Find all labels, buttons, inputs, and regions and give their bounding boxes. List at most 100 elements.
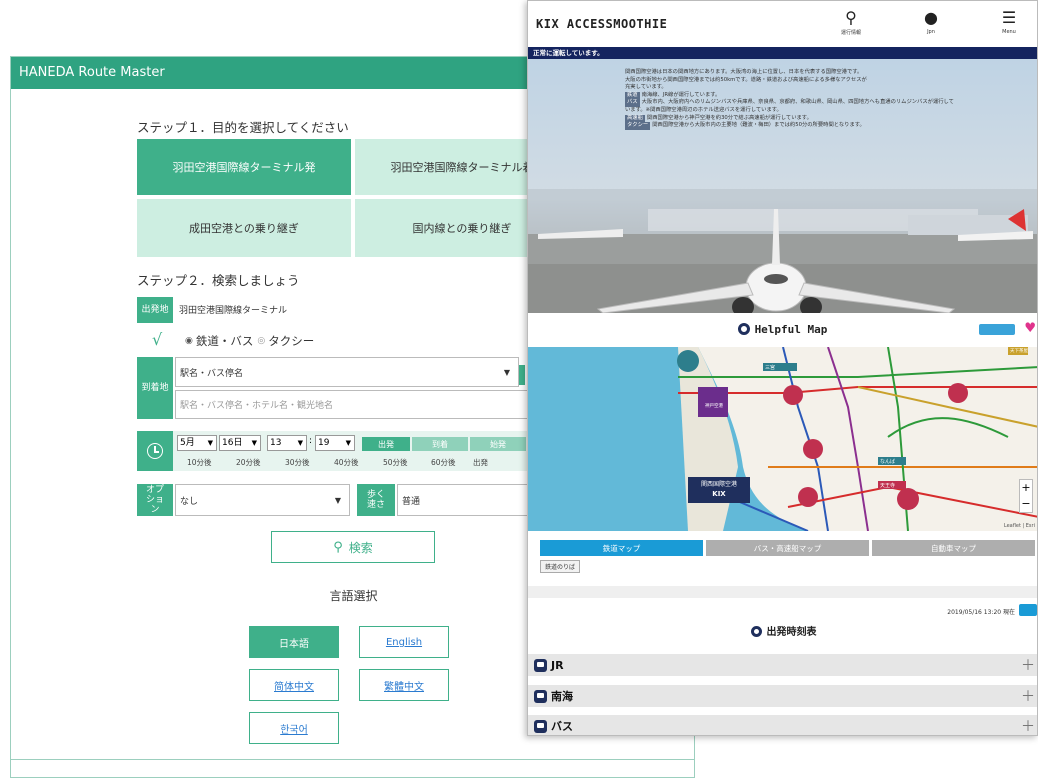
lang-japanese[interactable]: 日本語: [249, 626, 339, 658]
walk-speed-label: 歩く速さ: [357, 484, 395, 516]
line-name: JR: [551, 658, 564, 672]
expand-icon[interactable]: ＋: [1021, 655, 1035, 675]
destination-input[interactable]: 駅名・バス停名・ホテル名・観光地名: [175, 390, 535, 419]
purpose-international-departure[interactable]: 羽田空港国際線ターミナル発: [137, 139, 351, 195]
map-graphic: [677, 347, 1037, 531]
month-value: 5月: [180, 438, 195, 448]
kix-map-label: KIX: [712, 490, 726, 498]
search-button-label: 検索: [348, 540, 373, 555]
after-10[interactable]: 10分後: [187, 457, 212, 468]
access-info-text: 関西国際空港は日本の関西地方にあります。大阪湾の海上に位置し、日本を代表する国際…: [625, 69, 955, 130]
section-bullet-icon: [737, 323, 750, 335]
zoom-in-button[interactable]: +: [1020, 480, 1032, 496]
menu-icon[interactable]: ☰ Menu: [984, 9, 1034, 36]
helpful-map-title: Helpful Map: [754, 323, 828, 336]
minute-value: 19: [318, 438, 330, 448]
info-item-taxi: タクシー 関西国際空港から大阪市内の主要地（難波・梅田）までは約50分の所要時間と…: [625, 122, 955, 130]
destination-side-tab[interactable]: [519, 365, 525, 385]
destination-select-value: 駅名・バス停名: [180, 368, 244, 379]
step2-heading: ステップ２．検索しましょう: [137, 273, 300, 288]
zoom-out-button[interactable]: −: [1020, 496, 1032, 512]
globe-icon-label: Jpn: [927, 29, 935, 35]
info-line: 大阪の市街地から関西国際空港までは約50kmです。道路・鉄道および高速船による多…: [625, 76, 867, 83]
month-select[interactable]: 5月 ▼: [177, 435, 217, 451]
destination-label: 到着地: [137, 357, 173, 419]
transport-mode-group: ◉ 鉄道・バス ◎ タクシー: [185, 333, 314, 349]
after-60[interactable]: 60分後: [431, 457, 456, 468]
day-select[interactable]: 16日 ▼: [219, 435, 261, 451]
option-label: オプション: [137, 484, 173, 516]
walk-speed-value: 普通: [402, 496, 421, 507]
operation-status-bar: 正常に運転しています。: [528, 47, 1037, 59]
bus-icon: [534, 719, 547, 733]
line-row-jr[interactable]: JR ＋: [528, 654, 1037, 676]
hour-select[interactable]: 13 ▼: [267, 435, 307, 451]
walk-speed-select[interactable]: 普通: [397, 484, 537, 516]
search-button[interactable]: ⚲ 検索: [271, 531, 435, 563]
origin-label: 出発地: [137, 297, 173, 323]
info-item-bus: バス 大阪市内、大阪府内へのリムジンバスや兵庫県、奈良県、京都府、和歌山県、岡山県…: [625, 99, 955, 114]
train-icon: [534, 658, 547, 672]
kix-accessmoothie-window: KIX ACCESSMOOTHIE ⚲ 運行情報 ● Jpn ☰ Menu 正常に運転…: [527, 0, 1038, 736]
hour-value: 13: [270, 438, 282, 448]
after-40[interactable]: 40分後: [334, 457, 359, 468]
clock-label: [137, 431, 173, 471]
time-type-arrival[interactable]: 到着: [412, 437, 468, 451]
kix-logo: KIX ACCESSMOOTHIE: [536, 17, 668, 31]
map-tab-car[interactable]: 自動車マップ: [872, 540, 1035, 556]
check-icon: √: [152, 330, 163, 349]
footer-divider: [11, 759, 694, 760]
rail-platform-button[interactable]: 鉄道のりば: [540, 560, 581, 573]
route-toggle-icon[interactable]: [979, 324, 1015, 335]
destination-select[interactable]: 駅名・バス停名 ▼: [175, 357, 519, 387]
after-20[interactable]: 20分後: [236, 457, 261, 468]
after-30[interactable]: 30分後: [285, 457, 310, 468]
map-tab-rail[interactable]: 鉄道マップ: [540, 540, 703, 556]
after-50[interactable]: 50分後: [383, 457, 408, 468]
dropdown-arrow-icon: ▼: [503, 367, 510, 377]
line-row-bus[interactable]: バス ＋: [528, 715, 1037, 735]
expand-icon[interactable]: ＋: [1021, 686, 1035, 706]
pin-icon[interactable]: ⚲ 運行情報: [826, 9, 876, 37]
day-value: 16日: [222, 438, 243, 448]
lang-korean[interactable]: 한국어: [249, 712, 339, 744]
sannomiya-label: 三宮: [765, 365, 776, 371]
info-text: 関西国際空港から神戸空港を約30分で結ぶ高速船が運行しています。: [646, 114, 812, 121]
time-type-departure[interactable]: 出発: [362, 437, 410, 451]
map-tab-bus-ferry[interactable]: バス・高速船マップ: [706, 540, 869, 556]
line-name: 南海: [551, 690, 573, 703]
info-tag: タクシー: [625, 122, 651, 130]
railway-map[interactable]: 神戸空港 関西国際空港 KIX 三宮 なんば 天王寺 天下茶屋 + − Leaf…: [528, 347, 1037, 531]
purpose-narita-transfer[interactable]: 成田空港との乗り継ぎ: [137, 199, 351, 257]
radio-taxi[interactable]: ◎: [257, 336, 265, 346]
map-pin-icon[interactable]: ♥: [1025, 320, 1035, 336]
lang-simplified-chinese[interactable]: 简体中文: [249, 669, 339, 701]
clock-icon: [147, 443, 163, 459]
lang-traditional-chinese[interactable]: 繁體中文: [359, 669, 449, 701]
destination-placeholder: 駅名・バス停名・ホテル名・観光地名: [180, 401, 334, 411]
option-select[interactable]: なし ▼: [175, 484, 350, 516]
refresh-icon[interactable]: [1019, 604, 1037, 616]
info-line: 充実しています。: [625, 84, 667, 91]
train-icon: [534, 689, 547, 703]
departures-title: 出発時刻表: [766, 627, 817, 638]
section-spacer: [528, 586, 1037, 598]
kix-header: KIX ACCESSMOOTHIE ⚲ 運行情報 ● Jpn ☰ Menu: [528, 1, 1037, 47]
origin-value: 羽田空港国際線ターミナル: [179, 306, 288, 316]
after-depart[interactable]: 出発: [473, 457, 488, 468]
info-text: 大阪市内、大阪府内へのリムジンバスや兵庫県、奈良県、京都府、和歌山県、岡山県、四…: [625, 99, 954, 113]
time-type-first[interactable]: 始発: [470, 437, 526, 451]
expand-icon[interactable]: ＋: [1021, 716, 1035, 735]
section-bullet-icon: [750, 626, 762, 637]
time-separator: :: [309, 436, 313, 446]
info-line: 関西国際空港は日本の関西地方にあります。大阪湾の海上に位置し、日本を代表する国際…: [625, 69, 863, 75]
minute-select[interactable]: 19 ▼: [315, 435, 355, 451]
info-text: 関西国際空港から大阪市内の主要地（難波・梅田）までは約50分の所要時間となります…: [652, 122, 865, 129]
radio-rail-bus[interactable]: ◉: [185, 336, 193, 346]
line-name: バス: [551, 720, 573, 733]
line-row-nankai[interactable]: 南海 ＋: [528, 685, 1037, 707]
globe-icon[interactable]: ● Jpn: [906, 9, 956, 36]
lang-english[interactable]: English: [359, 626, 449, 658]
kansai-airport-label: 関西国際空港: [700, 481, 737, 488]
namba-label: なんば: [880, 459, 896, 465]
